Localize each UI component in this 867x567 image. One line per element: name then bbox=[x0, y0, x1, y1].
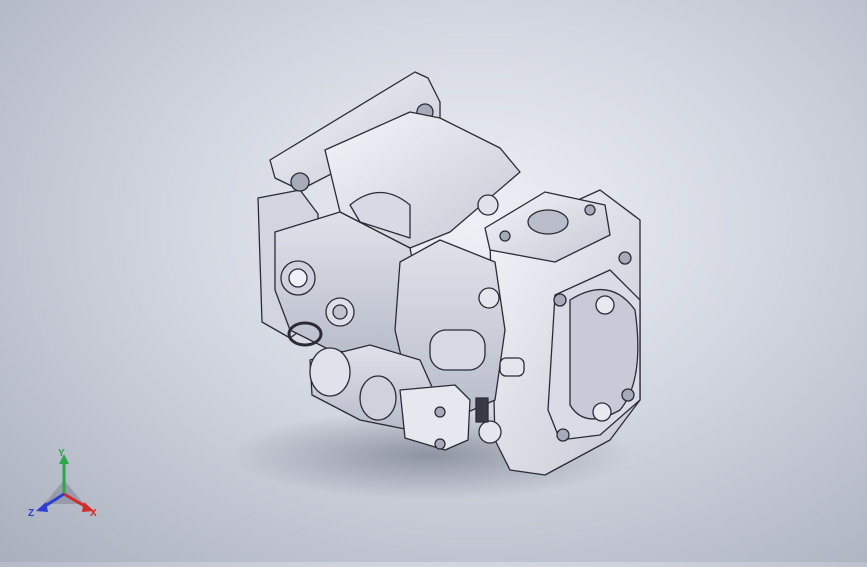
cover-bolt[interactable] bbox=[592, 402, 612, 422]
connector-bolt bbox=[434, 406, 446, 418]
graphics-viewport[interactable]: Y X Z bbox=[0, 0, 867, 562]
outlet-port-bore[interactable] bbox=[527, 209, 569, 235]
solenoid-end[interactable] bbox=[309, 347, 351, 397]
end-cap-hole bbox=[618, 251, 632, 265]
z-axis-label: Z bbox=[28, 508, 34, 519]
cover-bolt[interactable] bbox=[595, 295, 615, 315]
end-cap-hole bbox=[556, 428, 570, 442]
flange-bolt-hole bbox=[290, 172, 310, 192]
valve-spool[interactable] bbox=[429, 329, 486, 371]
y-axis-label: Y bbox=[58, 448, 65, 459]
valve-port[interactable] bbox=[478, 420, 502, 444]
solenoid-nut[interactable] bbox=[359, 375, 397, 421]
outlet-bolt bbox=[584, 204, 596, 216]
outlet-bolt bbox=[499, 230, 511, 242]
side-port-inner bbox=[288, 268, 308, 288]
connector-slot bbox=[475, 397, 489, 423]
connector-bolt bbox=[434, 438, 446, 450]
end-cap-hole bbox=[553, 293, 567, 307]
adjustment-screw[interactable] bbox=[499, 357, 525, 377]
solenoid-connector[interactable] bbox=[399, 384, 471, 451]
plug-bolt-head bbox=[332, 304, 348, 320]
z-axis-head bbox=[36, 502, 48, 512]
x-axis-label: X bbox=[90, 508, 97, 519]
pump-model[interactable] bbox=[0, 0, 867, 562]
vent-plug[interactable] bbox=[477, 194, 499, 216]
end-cap-hole bbox=[621, 388, 635, 402]
orientation-triad[interactable]: Y X Z bbox=[22, 448, 106, 528]
valve-port[interactable] bbox=[478, 287, 500, 309]
